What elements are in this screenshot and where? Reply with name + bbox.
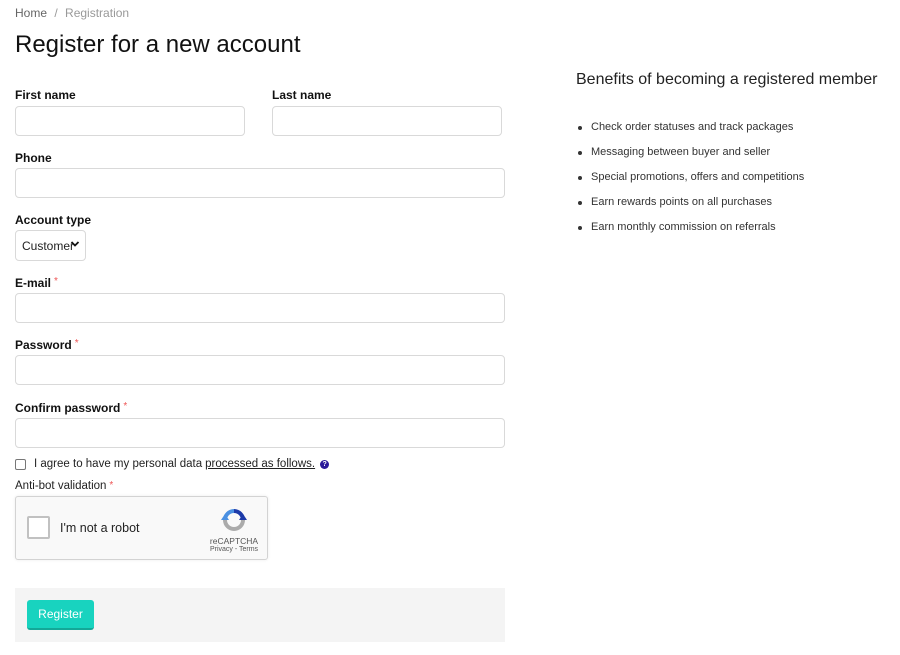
required-marker: * (109, 480, 114, 491)
benefit-item: Earn rewards points on all purchases (578, 196, 804, 221)
breadcrumb: Home / Registration (15, 6, 129, 20)
benefit-item: Special promotions, offers and competiti… (578, 171, 804, 196)
confirm-password-label-text: Confirm password (15, 401, 121, 415)
phone-label: Phone (15, 151, 52, 165)
bullet-icon (578, 176, 582, 180)
recaptcha-logo-icon (221, 509, 247, 531)
chevron-down-icon (70, 241, 80, 247)
benefit-item: Earn monthly commission on referrals (578, 221, 804, 246)
confirm-password-label: Confirm password * (15, 401, 127, 415)
help-icon[interactable]: ? (320, 459, 330, 469)
agree-text: I agree to have my personal data (34, 458, 203, 470)
email-label: E-mail * (15, 276, 58, 290)
email-label-text: E-mail (15, 276, 52, 290)
breadcrumb-separator: / (54, 6, 58, 20)
antibot-label: Anti-bot validation * (15, 480, 113, 492)
bullet-icon (578, 151, 582, 155)
benefit-text: Check order statuses and track packages (591, 121, 794, 133)
password-label-text: Password (15, 338, 72, 352)
first-name-label: First name (15, 88, 76, 102)
required-marker: * (123, 401, 128, 412)
last-name-label: Last name (272, 88, 332, 102)
register-button[interactable]: Register (27, 600, 94, 630)
recaptcha-privacy-terms-links[interactable]: Privacy - Terms (204, 546, 264, 553)
account-type-selected: Customer (22, 238, 75, 253)
agree-checkbox[interactable] (15, 458, 26, 470)
antibot-label-text: Anti-bot validation (15, 480, 107, 492)
agree-row: I agree to have my personal data process… (15, 458, 330, 470)
account-type-select[interactable]: Customer (15, 230, 86, 261)
confirm-password-input[interactable] (15, 418, 505, 448)
benefit-text: Messaging between buyer and seller (591, 146, 771, 158)
benefit-item: Messaging between buyer and seller (578, 146, 804, 171)
benefit-text: Earn monthly commission on referrals (591, 221, 776, 233)
bullet-icon (578, 126, 582, 130)
recaptcha-brand: reCAPTCHA (209, 536, 259, 546)
phone-input[interactable] (15, 168, 505, 198)
required-marker: * (74, 338, 79, 349)
bullet-icon (578, 226, 582, 230)
breadcrumb-current: Registration (65, 6, 130, 20)
benefits-title: Benefits of becoming a registered member (576, 71, 878, 88)
benefit-text: Earn rewards points on all purchases (591, 196, 772, 208)
required-marker: * (54, 276, 58, 287)
recaptcha-label: I'm not a robot (60, 521, 140, 535)
benefits-list: Check order statuses and track packages … (578, 121, 804, 246)
benefit-item: Check order statuses and track packages (578, 121, 804, 146)
password-label: Password * (15, 338, 79, 352)
bullet-icon (578, 201, 582, 205)
last-name-input[interactable] (272, 106, 502, 136)
email-input[interactable] (15, 293, 505, 323)
recaptcha-checkbox[interactable] (27, 516, 50, 539)
page-title: Register for a new account (15, 31, 301, 58)
recaptcha-widget: I'm not a robot reCAPTCHA Privacy - Term… (15, 496, 268, 560)
password-input[interactable] (15, 355, 505, 385)
benefit-text: Special promotions, offers and competiti… (591, 171, 805, 183)
first-name-input[interactable] (15, 106, 245, 136)
processed-as-follows-link[interactable]: processed as follows. (205, 458, 315, 470)
breadcrumb-home-link[interactable]: Home (15, 6, 47, 20)
account-type-label: Account type (15, 213, 92, 227)
form-actions-panel: Register (15, 588, 505, 642)
